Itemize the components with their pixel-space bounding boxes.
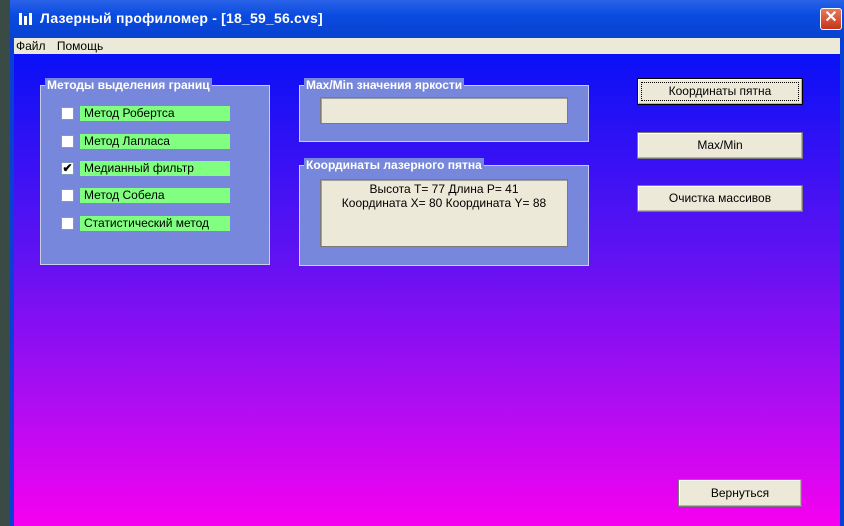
statistical-label: Статистический метод (80, 216, 230, 231)
window-title: Лазерный профиломер - [18_59_56.cvs] (40, 10, 323, 26)
checkbox-laplace[interactable]: Метод Лапласа (61, 134, 230, 149)
close-button[interactable]: ✕ (820, 8, 842, 30)
bar-chart-icon (19, 13, 35, 25)
menu-bar: Файл Помощь (14, 38, 840, 54)
menu-help[interactable]: Помощь (55, 38, 105, 53)
title-bar[interactable]: Лазерный профиломер - [18_59_56.cvs] ✕ (10, 0, 844, 38)
back-button[interactable]: Вернуться (678, 479, 802, 507)
median-checkbox[interactable]: ✔ (61, 162, 74, 175)
coords-field[interactable]: Высота T= 77 Длина P= 41 Координата X= 8… (320, 179, 568, 247)
spot-coords-button[interactable]: Координаты пятна (637, 78, 803, 105)
edge-methods-title: Методы выделения границ (45, 78, 212, 92)
laplace-checkbox[interactable] (61, 135, 74, 148)
sobel-checkbox[interactable] (61, 189, 74, 202)
laplace-label: Метод Лапласа (80, 134, 230, 149)
clear-arrays-button[interactable]: Очистка массивов (637, 185, 803, 212)
statistical-checkbox[interactable] (61, 217, 74, 230)
menu-file[interactable]: Файл (14, 38, 48, 53)
sobel-label: Метод Собела (80, 188, 230, 203)
median-label: Медианный фильтр (80, 161, 230, 176)
edge-methods-group: Методы выделения границ Метод Робертса М… (40, 78, 270, 265)
maxmin-field[interactable] (320, 97, 568, 124)
coords-group: Координаты лазерного пятна Высота T= 77 … (299, 158, 589, 266)
checkbox-median[interactable]: ✔ Медианный фильтр (61, 161, 230, 176)
checkbox-statistical[interactable]: Статистический метод (61, 216, 230, 231)
app-window: Лазерный профиломер - [18_59_56.cvs] ✕ Ф… (10, 0, 844, 526)
close-icon: ✕ (824, 9, 838, 26)
roberts-label: Метод Робертса (80, 106, 230, 121)
roberts-checkbox[interactable] (61, 107, 74, 120)
coords-line-1: Высота T= 77 Длина P= 41 (369, 182, 519, 196)
maxmin-group: Max/Min значения яркости (299, 78, 589, 142)
checkbox-roberts[interactable]: Метод Робертса (61, 106, 230, 121)
maxmin-button[interactable]: Max/Min (637, 132, 803, 159)
coords-line-2: Координата X= 80 Координата Y= 88 (341, 196, 547, 210)
maxmin-title: Max/Min значения яркости (304, 78, 465, 92)
checkbox-sobel[interactable]: Метод Собела (61, 188, 230, 203)
client-area: Методы выделения границ Метод Робертса М… (14, 54, 840, 526)
coords-title: Координаты лазерного пятна (304, 158, 484, 172)
